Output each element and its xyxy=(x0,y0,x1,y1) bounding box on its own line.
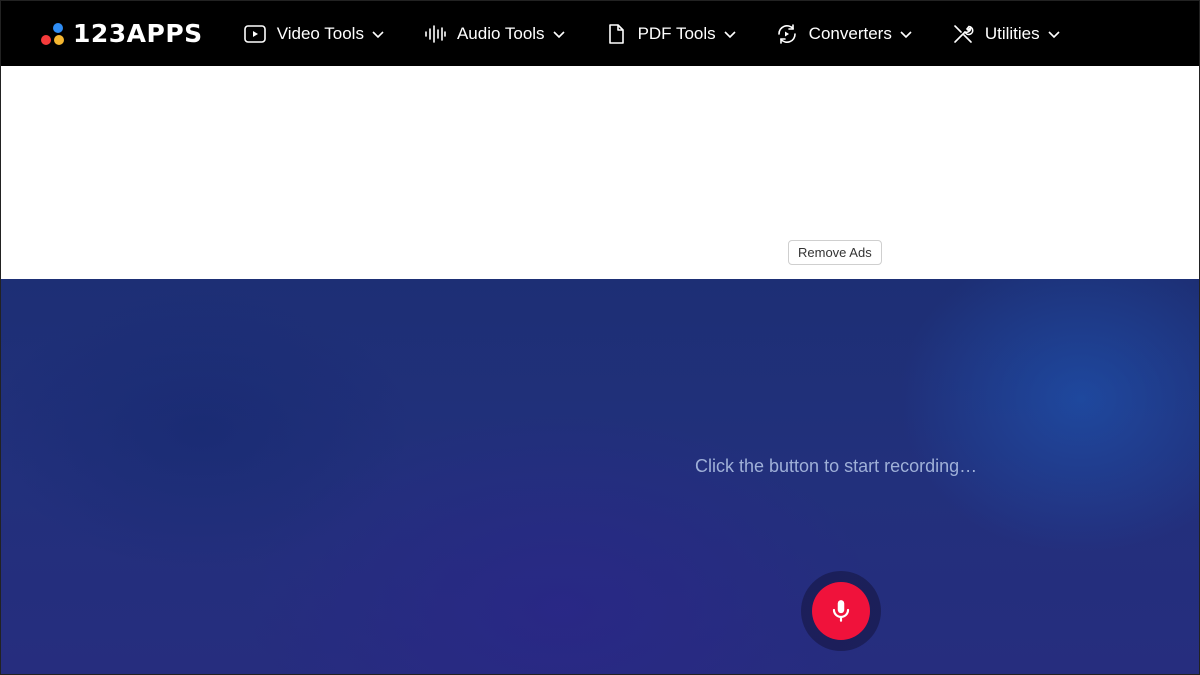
nav-audio-tools-label: Audio Tools xyxy=(456,23,545,43)
convert-icon xyxy=(777,23,796,44)
logo[interactable]: 123APPS xyxy=(39,1,203,66)
microphone-icon xyxy=(832,600,850,622)
main-menu: Video Tools Audio Tools PDF Tools Conver… xyxy=(243,22,1099,46)
nav-pdf-tools-label: PDF Tools xyxy=(637,23,716,43)
chevron-down-icon xyxy=(724,30,736,38)
record-button-ring xyxy=(801,571,881,651)
record-button[interactable] xyxy=(812,582,870,640)
voice-recorder-panel: Click the button to start recording… xyxy=(1,279,1199,674)
chevron-down-icon xyxy=(552,30,565,38)
nav-converters-label: Converters xyxy=(808,23,892,43)
logo-dots-icon xyxy=(39,21,65,47)
remove-ads-button[interactable]: Remove Ads xyxy=(788,240,882,265)
nav-video-tools-label: Video Tools xyxy=(276,23,364,43)
top-nav: 123APPS Video Tools Audio Tools PDF Tool… xyxy=(1,1,1199,66)
waveform-icon xyxy=(425,24,446,43)
play-icon xyxy=(243,24,266,43)
nav-pdf-tools[interactable]: PDF Tools xyxy=(604,22,737,46)
chevron-down-icon xyxy=(900,30,912,38)
chevron-down-icon xyxy=(1048,30,1060,38)
page: 123APPS Video Tools Audio Tools PDF Tool… xyxy=(0,0,1200,675)
nav-audio-tools[interactable]: Audio Tools xyxy=(423,22,566,46)
nav-utilities-label: Utilities xyxy=(984,23,1040,43)
tools-icon xyxy=(954,24,974,43)
nav-converters[interactable]: Converters xyxy=(775,22,913,46)
nav-utilities[interactable]: Utilities xyxy=(951,22,1061,46)
nav-video-tools[interactable]: Video Tools xyxy=(243,22,385,46)
ad-banner: Remove Ads xyxy=(1,66,1199,279)
recording-status-text: Click the button to start recording… xyxy=(695,456,978,476)
chevron-down-icon xyxy=(372,30,384,38)
document-icon xyxy=(608,23,624,44)
logo-text: 123APPS xyxy=(73,19,203,48)
